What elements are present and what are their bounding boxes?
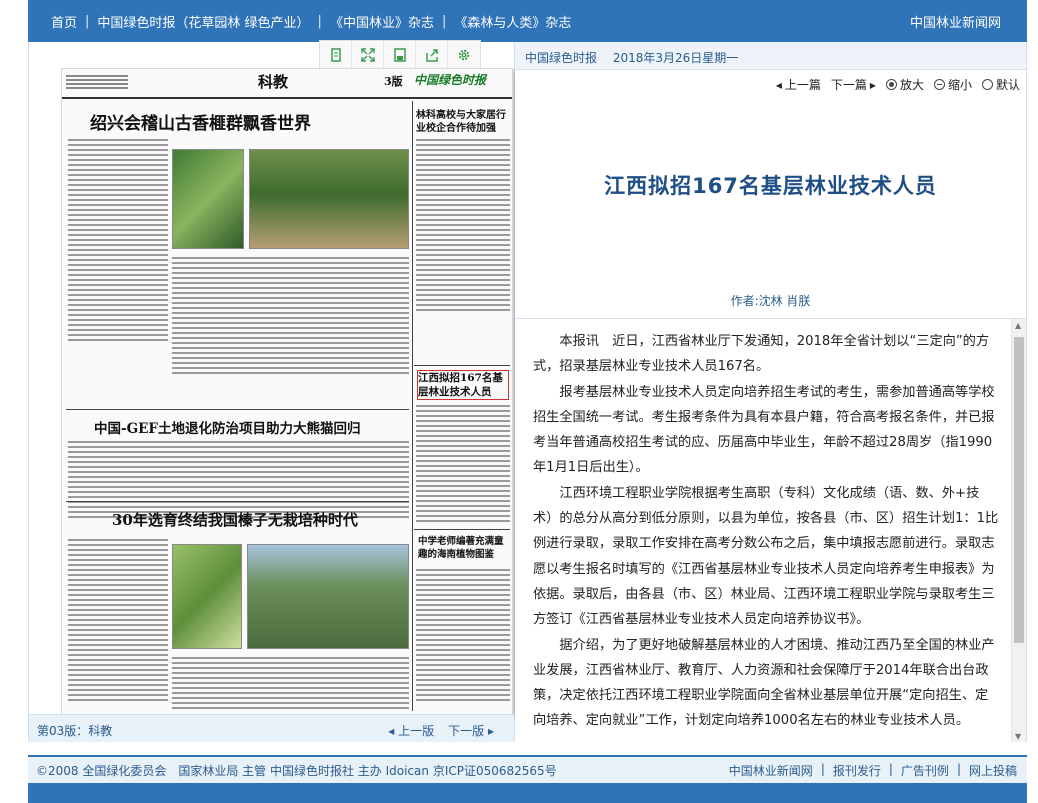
footer-link-ads[interactable]: 广告刊例 bbox=[901, 762, 949, 779]
page-pagination: ◂ 上一版 下一版 ▸ bbox=[388, 722, 494, 739]
photo-ancient-trees bbox=[249, 149, 409, 249]
article-panel: 中国绿色时报 2018年3月26日星期一 ◂ 上一篇 下一篇 ▸ 放大 缩小 默认 … bbox=[515, 42, 1027, 742]
settings-icon[interactable] bbox=[448, 41, 480, 69]
nav-separator: | bbox=[85, 13, 90, 29]
scrollbar-thumb[interactable] bbox=[1014, 337, 1024, 643]
next-page-label: 下一版 bbox=[448, 724, 485, 738]
article-paragraph: 据介绍，为了更好地破解基层林业的人才困境、推动江西乃至全国的林业产业发展，江西省… bbox=[533, 637, 995, 729]
top-nav-bar: 首页 | 中国绿色时报（花草园林 绿色产业） | 《中国林业》杂志 | 《森林与… bbox=[28, 0, 1027, 42]
zoom-in-label: 放大 bbox=[899, 78, 924, 92]
footer-separator: | bbox=[956, 762, 961, 776]
nav-forest-human-link[interactable]: 《森林与人类》杂志 bbox=[454, 12, 571, 31]
section-divider bbox=[66, 409, 409, 410]
prev-page-button[interactable]: ◂ 上一版 bbox=[388, 722, 434, 739]
nav-china-forestry-link[interactable]: 《中国林业》杂志 bbox=[330, 12, 434, 31]
photo-torreya-nuts bbox=[172, 149, 244, 249]
article-controls: ◂ 上一篇 下一篇 ▸ 放大 缩小 默认 bbox=[776, 76, 1020, 93]
newspaper-page-image[interactable]: 科教 3版 中国绿色时报 绍兴会稽山古香榧群飘香世界 林科高校与大家居行业校企合… bbox=[61, 68, 513, 716]
paper-name: 中国绿色时报 bbox=[525, 51, 598, 65]
paper-headline[interactable]: 30年选育终结我国榛子无栽培种时代 bbox=[112, 509, 358, 530]
article-text-block bbox=[416, 405, 510, 525]
paper-section-title: 科教 bbox=[258, 73, 289, 91]
article-scrollbar[interactable]: ▲ ▼ bbox=[1011, 319, 1026, 742]
photo-field-visit bbox=[247, 544, 409, 649]
share-icon[interactable] bbox=[416, 41, 448, 69]
article-title: 江西拟招167名基层林业技术人员 bbox=[604, 174, 937, 198]
paper-headline[interactable]: 绍兴会稽山古香榧群飘香世界 bbox=[90, 109, 311, 134]
section-divider bbox=[414, 365, 510, 366]
footer-separator: | bbox=[888, 762, 893, 776]
default-size-icon bbox=[981, 79, 993, 90]
article-text-block bbox=[172, 257, 409, 377]
article-text-block bbox=[172, 657, 409, 712]
next-article-label: 下一篇 bbox=[830, 78, 867, 92]
article-paragraph: 本报讯 近日，江西省林业厅下发通知，2018年全省计划以“三定向”的方式，招录基… bbox=[533, 334, 990, 375]
section-divider bbox=[414, 529, 510, 530]
zoom-in-icon bbox=[885, 79, 897, 90]
page-viewer-panel: 科教 3版 中国绿色时报 绍兴会稽山古香榧群飘香世界 林科高校与大家居行业校企合… bbox=[28, 40, 515, 742]
footer-separator: | bbox=[820, 762, 825, 776]
zoom-in-button[interactable]: 放大 bbox=[885, 76, 924, 93]
article-date-bar: 中国绿色时报 2018年3月26日星期一 bbox=[515, 42, 1026, 70]
article-text-block bbox=[68, 139, 168, 344]
article-paragraph: 江西环境工程职业学院根据考生高职（专科）文化成绩（语、数、外+技术）的总分从高分… bbox=[533, 485, 999, 628]
page-icon[interactable] bbox=[320, 41, 352, 69]
footer-links: 中国林业新闻网 | 报刊发行 | 广告刊例 | 网上投稿 bbox=[729, 762, 1017, 779]
footer-bottom-bar bbox=[28, 783, 1027, 803]
next-article-button[interactable]: 下一篇 ▸ bbox=[831, 76, 876, 93]
zoom-out-label: 缩小 bbox=[947, 78, 972, 92]
paper-header-meta bbox=[66, 73, 128, 91]
column-divider bbox=[412, 101, 413, 711]
paper-header: 科教 3版 中国绿色时报 bbox=[62, 69, 512, 99]
article-text-block bbox=[68, 539, 168, 704]
top-nav: 首页 | 中国绿色时报（花草园林 绿色产业） | 《中国林业》杂志 | 《森林与… bbox=[28, 12, 571, 31]
save-icon[interactable] bbox=[384, 41, 416, 69]
footer-link-subscribe[interactable]: 报刊发行 bbox=[833, 762, 881, 779]
issue-date: 2018年3月26日星期一 bbox=[612, 51, 739, 65]
paper-edition: 3版 bbox=[384, 75, 403, 88]
nav-separator: | bbox=[317, 13, 322, 29]
next-page-button[interactable]: 下一版 ▸ bbox=[448, 722, 494, 739]
footer-link-news[interactable]: 中国林业新闻网 bbox=[729, 762, 813, 779]
nav-green-times-link[interactable]: 中国绿色时报（花草园林 绿色产业） bbox=[97, 12, 309, 31]
scroll-up-icon[interactable]: ▲ bbox=[1015, 321, 1021, 330]
default-size-button[interactable]: 默认 bbox=[981, 76, 1020, 93]
prev-article-button[interactable]: ◂ 上一篇 bbox=[776, 76, 821, 93]
article-text-block bbox=[416, 569, 510, 704]
brand-link[interactable]: 中国林业新闻网 bbox=[910, 12, 1001, 31]
paper-masthead-logo: 中国绿色时报 bbox=[414, 73, 487, 87]
copyright-text: ©2008 全国绿化委员会 国家林业局 主管 中国绿色时报社 主办 Idoica… bbox=[36, 764, 557, 778]
article-paragraph: 报考基层林业专业技术人员定向培养招生考试的考生，需参加普通高等学校招生全国统一考… bbox=[533, 384, 995, 476]
site-footer: ©2008 全国绿化委员会 国家林业局 主管 中国绿色时报社 主办 Idoica… bbox=[28, 755, 1027, 783]
article-content[interactable]: 本报讯 近日，江西省林业厅下发通知，2018年全省计划以“三定向”的方式，招录基… bbox=[515, 318, 1026, 742]
scroll-down-icon[interactable]: ▼ bbox=[1015, 732, 1021, 741]
section-divider bbox=[66, 501, 409, 502]
prev-article-label: 上一篇 bbox=[784, 78, 821, 92]
paper-headline[interactable]: 中学老师编著充满童趣的海南植物图鉴 bbox=[418, 535, 508, 561]
page-footer: 第03版：科教 ◂ 上一版 下一版 ▸ bbox=[29, 714, 514, 742]
article-body: 本报讯 近日，江西省林业厅下发通知，2018年全省计划以“三定向”的方式，招录基… bbox=[533, 329, 999, 734]
nav-separator: | bbox=[441, 13, 447, 29]
fullscreen-icon[interactable] bbox=[352, 41, 384, 69]
article-author: 作者:沈林 肖朕 bbox=[730, 294, 811, 308]
zoom-out-button[interactable]: 缩小 bbox=[933, 76, 972, 93]
photo-hazelnut bbox=[172, 544, 242, 649]
page-version-label: 第03版：科教 bbox=[37, 724, 113, 738]
paper-headline-highlighted[interactable]: 江西拟招167名基层林业技术人员 bbox=[417, 370, 509, 400]
article-text-block bbox=[416, 139, 510, 314]
page-toolbar bbox=[319, 40, 481, 70]
nav-home-link[interactable]: 首页 bbox=[51, 12, 77, 31]
prev-page-label: 上一版 bbox=[398, 724, 435, 738]
default-size-label: 默认 bbox=[995, 78, 1020, 92]
footer-link-submit[interactable]: 网上投稿 bbox=[969, 762, 1017, 779]
paper-headline[interactable]: 中国-GEF土地退化防治项目助力大熊猫回归 bbox=[94, 417, 361, 437]
paper-headline[interactable]: 林科高校与大家居行业校企合作待加强 bbox=[416, 109, 510, 135]
zoom-out-icon bbox=[933, 79, 945, 90]
